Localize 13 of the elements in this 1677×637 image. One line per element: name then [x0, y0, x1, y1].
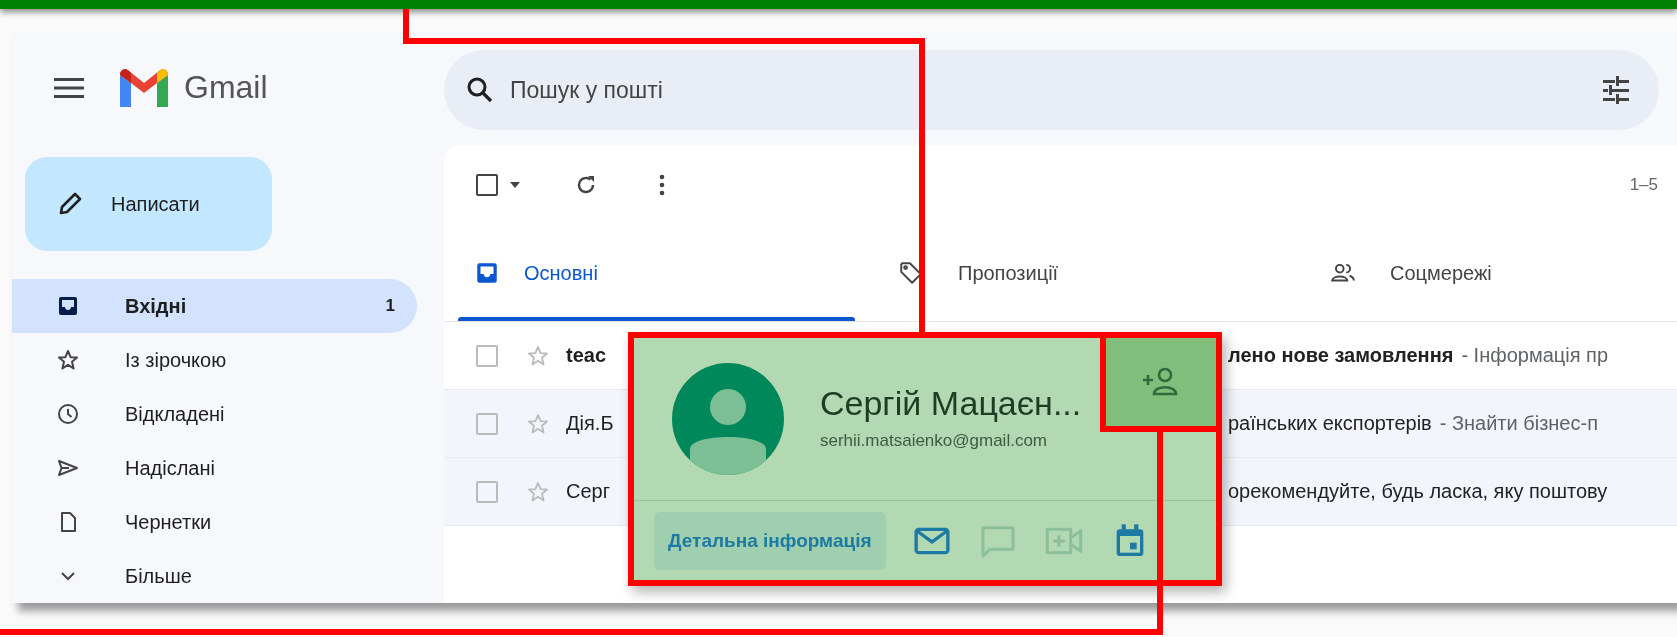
contact-name: Сергій Мацаєн... [820, 383, 1082, 423]
page-range: 1–5 [1629, 175, 1658, 195]
app-name: Gmail [184, 69, 268, 107]
email-sender: teac [566, 344, 608, 367]
email-sender: Дія.Б [566, 412, 615, 435]
email-snippet: - Інформація пр [1461, 344, 1609, 367]
contact-email: serhii.matsaienko@gmail.com [820, 430, 1048, 451]
unread-count: 1 [385, 296, 395, 316]
email-subject: орекомендуйте, будь ласка, яку поштову [1228, 480, 1608, 503]
email-sender: Серг [566, 480, 611, 503]
email-subject: лено нове замовлення [1228, 344, 1454, 367]
email-snippet: - Знайти бізнес-п [1439, 412, 1598, 435]
email-subject: раїнських експортерів [1228, 412, 1432, 435]
